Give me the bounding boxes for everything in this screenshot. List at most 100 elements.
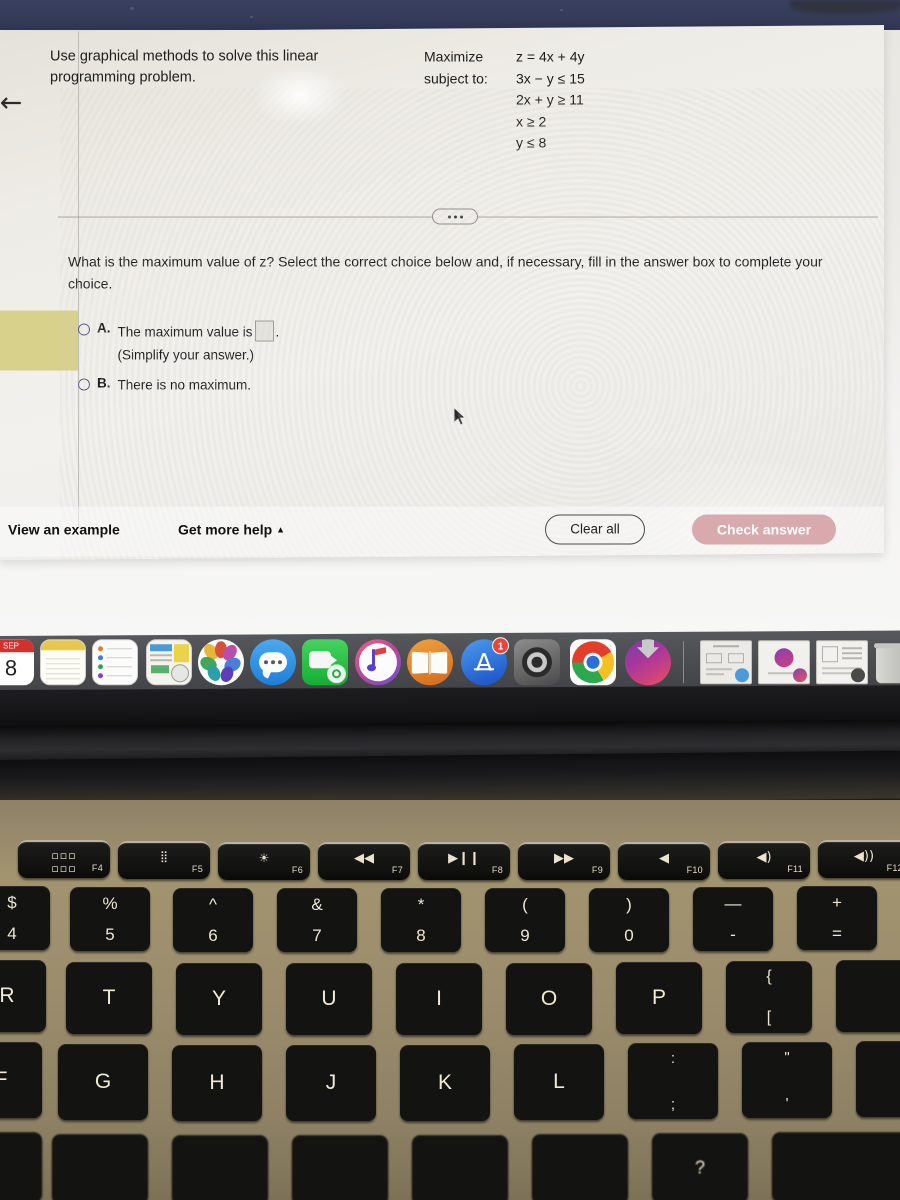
key-f8[interactable]: ▶❙❙ F8: [418, 842, 510, 880]
card-action-bar: View an example Get more help ▲ Clear all…: [0, 506, 884, 557]
choice-b[interactable]: B. There is no maximum.: [78, 376, 598, 396]
mouse-cursor-icon: [453, 406, 467, 426]
key-slash[interactable]: ?: [652, 1133, 748, 1200]
dock-icon-photos[interactable]: [198, 639, 244, 686]
radio-button-a[interactable]: [78, 323, 90, 336]
key-u[interactable]: U: [286, 963, 372, 1035]
key-5[interactable]: % 5: [70, 887, 150, 951]
dock-icon-app-store[interactable]: A 1: [461, 637, 509, 686]
expand-dots-button[interactable]: [432, 208, 478, 225]
constraints-label: subject to:: [424, 70, 488, 87]
key-f7[interactable]: ◀◀ F7: [318, 842, 410, 880]
key-period[interactable]: [532, 1134, 628, 1200]
view-an-example-link[interactable]: View an example: [8, 522, 120, 538]
laptop-screen-photo: ← Use graphical methods to solve this li…: [0, 0, 900, 1200]
key-n[interactable]: [172, 1135, 268, 1200]
key-f9[interactable]: ▶▶ F9: [518, 842, 610, 880]
choice-a[interactable]: A. The maximum value is. (Simplify your …: [78, 320, 598, 366]
key-4[interactable]: $ 4: [0, 886, 50, 950]
key-right-shift[interactable]: [772, 1132, 900, 1200]
key-semicolon[interactable]: : ;: [628, 1043, 718, 1119]
key-j[interactable]: J: [286, 1045, 376, 1121]
check-answer-button[interactable]: Check answer: [692, 514, 836, 545]
key-comma[interactable]: [412, 1135, 508, 1200]
dock-minimized-window-2[interactable]: [758, 640, 810, 685]
key-y[interactable]: Y: [176, 963, 262, 1035]
get-more-help-link[interactable]: Get more help ▲: [178, 522, 285, 538]
key-equals[interactable]: + =: [797, 886, 877, 950]
key-9[interactable]: ( 9: [485, 888, 565, 952]
question-prompt: What is the maximum value of z? Select t…: [68, 253, 823, 292]
constraint-4: y ≤ 8: [516, 134, 547, 151]
key-7[interactable]: & 7: [277, 888, 357, 952]
key-f6[interactable]: ☀ F6: [218, 842, 310, 880]
dock-icon-ibooks[interactable]: [407, 639, 453, 686]
key-8[interactable]: * 8: [381, 888, 461, 952]
key-f[interactable]: F: [0, 1042, 42, 1118]
calendar-month-label: SEP: [0, 639, 34, 653]
key-quote[interactable]: " ': [742, 1042, 832, 1118]
linear-program-block: Maximize z = 4x + 4y subject to: 3x − y …: [424, 47, 585, 155]
dock-icon-trash[interactable]: [872, 639, 900, 685]
key-r[interactable]: R: [0, 960, 46, 1032]
key-v[interactable]: [0, 1132, 42, 1200]
key-m[interactable]: [292, 1135, 388, 1200]
dock-icon-calendar[interactable]: SEP 8: [0, 639, 34, 686]
app-store-badge: 1: [492, 637, 509, 655]
key-h[interactable]: H: [172, 1045, 262, 1121]
key-k[interactable]: K: [400, 1045, 490, 1121]
key-l[interactable]: L: [514, 1044, 604, 1120]
radio-button-b[interactable]: [78, 378, 90, 391]
macos-dock: SEP 8 A 1: [0, 630, 900, 693]
choice-b-letter: B.: [97, 375, 111, 391]
choice-a-period: .: [275, 324, 280, 340]
key-f12[interactable]: ◀)) F12: [818, 840, 900, 878]
answer-choice-list: A. The maximum value is. (Simplify your …: [78, 320, 598, 400]
key-p[interactable]: P: [616, 962, 702, 1034]
dock-icon-itunes[interactable]: [355, 639, 401, 686]
dock-icon-system-preferences[interactable]: [514, 639, 560, 693]
dock-icon-notes[interactable]: [40, 639, 86, 686]
dock-icon-google-chrome[interactable]: [570, 639, 616, 693]
key-f10[interactable]: ◀ F10: [618, 842, 710, 880]
dock-icon-facetime[interactable]: [302, 639, 348, 686]
choice-a-text: The maximum value is: [117, 324, 253, 340]
back-arrow-icon[interactable]: ←: [0, 87, 24, 121]
key-t[interactable]: T: [66, 962, 152, 1034]
dock-minimized-window-1[interactable]: [700, 640, 752, 685]
key-0[interactable]: ) 0: [589, 888, 669, 952]
key-right-bracket[interactable]: [836, 960, 900, 1032]
calendar-day-label: 8: [4, 655, 18, 681]
objective-label: Maximize: [424, 48, 484, 65]
key-b[interactable]: [52, 1134, 148, 1200]
key-return[interactable]: [856, 1041, 900, 1117]
bezel-shadow-blob: [790, 0, 900, 14]
problem-instruction: Use graphical methods to solve this line…: [50, 48, 319, 86]
key-f4[interactable]: ▫▫▫ ▫▫▫ F4: [18, 840, 110, 878]
constraint-2: 2x + y ≥ 11: [516, 91, 584, 108]
key-f11[interactable]: ◀) F11: [718, 841, 810, 879]
clear-all-button[interactable]: Clear all: [545, 514, 645, 545]
dock-icon-downloads-stack[interactable]: [625, 639, 671, 693]
objective-expression: z = 4x + 4y: [516, 48, 585, 65]
choice-b-text: There is no maximum.: [117, 377, 252, 393]
homework-problem-card: ← Use graphical methods to solve this li…: [0, 25, 884, 560]
dock-icon-messages[interactable]: [250, 639, 296, 686]
constraint-1: 3x − y ≤ 15: [516, 70, 585, 87]
dock-icon-reminders[interactable]: [92, 639, 138, 686]
choice-a-hint: (Simplify your answer.): [117, 347, 255, 363]
key-6[interactable]: ^ 6: [173, 888, 253, 952]
key-f5[interactable]: ⣿ F5: [118, 841, 210, 879]
caret-up-icon: ▲: [276, 524, 286, 535]
key-left-bracket[interactable]: { [: [726, 961, 812, 1033]
dock-minimized-window-3[interactable]: [816, 640, 868, 685]
laptop-keyboard: ▫▫▫ ▫▫▫ F4 ⣿ F5 ☀ F6 ◀◀ F7 ▶❙❙ F8 ▶▶ F9 ◀…: [0, 820, 900, 1200]
answer-input-a[interactable]: [254, 320, 274, 342]
highlight-block: [0, 310, 78, 371]
key-o[interactable]: O: [506, 963, 592, 1035]
choice-a-letter: A.: [97, 320, 111, 336]
dock-icon-news[interactable]: [146, 639, 192, 686]
key-i[interactable]: I: [396, 963, 482, 1035]
key-g[interactable]: G: [58, 1044, 148, 1120]
key-minus[interactable]: — -: [693, 887, 773, 951]
